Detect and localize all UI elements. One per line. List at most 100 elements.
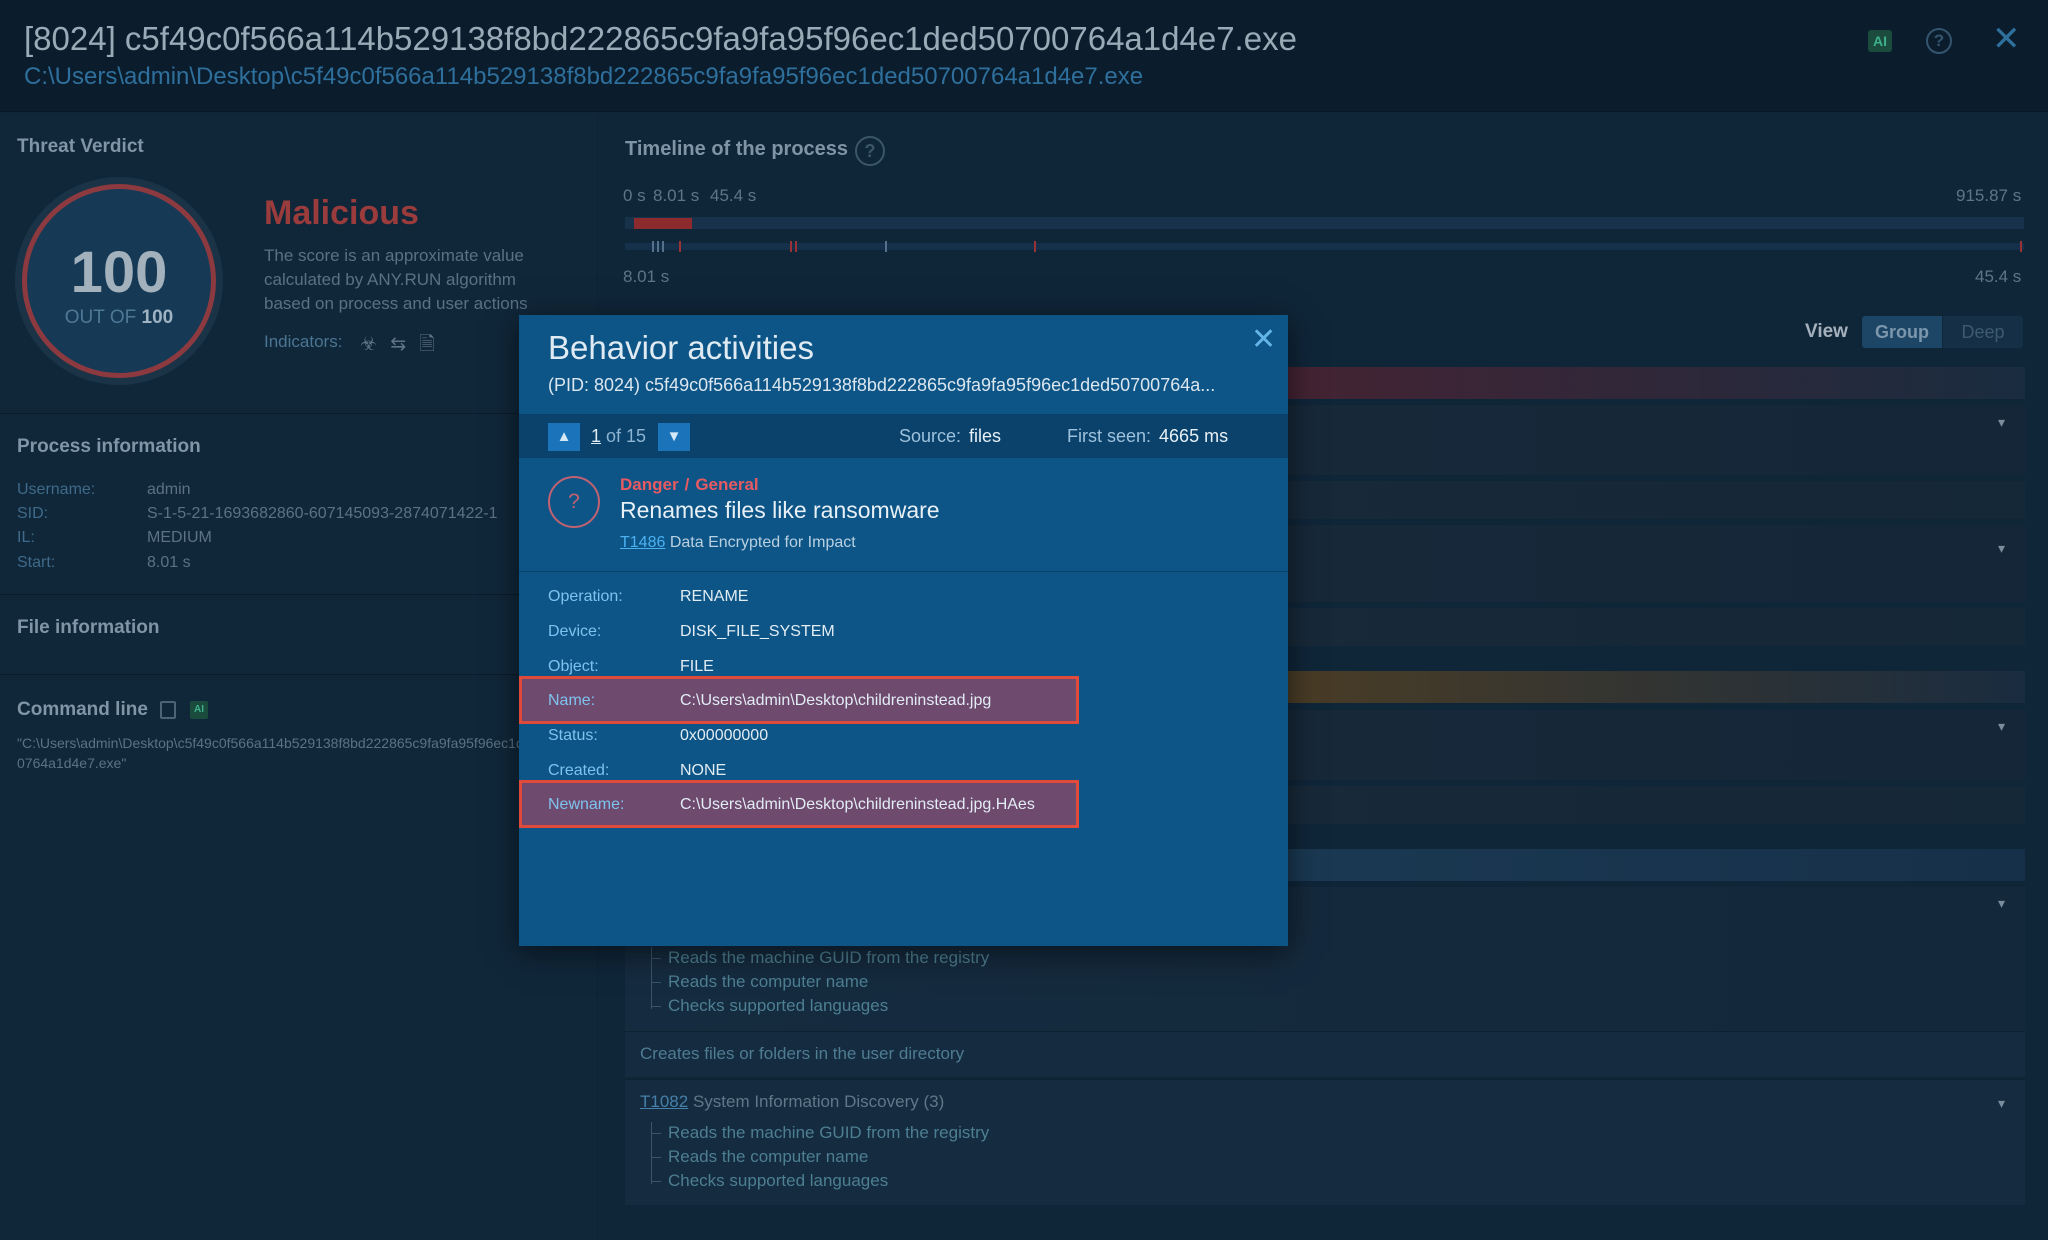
tree-branch <box>651 982 661 983</box>
file-info-title[interactable]: File information <box>17 617 160 639</box>
copy-icon[interactable] <box>160 701 176 719</box>
view-label: View <box>1805 321 1848 342</box>
threat-verdict-title: Threat Verdict <box>17 136 144 157</box>
score-out-of: OUT OF 100 <box>64 307 174 328</box>
close-icon[interactable]: ✕ <box>1992 22 2021 56</box>
timeline-tick <box>795 241 797 252</box>
list-item[interactable]: Reads the computer name <box>668 972 868 992</box>
first-seen-info: First seen: 4665 ms <box>1067 426 1229 446</box>
field-value: NONE <box>680 762 727 779</box>
tree-branch <box>651 1006 661 1007</box>
score-gauge: 100 OUT OF 100 <box>22 184 216 378</box>
behavior-activities-modal: ✕ Behavior activities (PID: 8024) c5f49c… <box>519 315 1288 946</box>
username-key: Username: <box>17 481 96 498</box>
modal-subtitle: (PID: 8024) c5f49c0f566a114b529138f8bd22… <box>548 375 1216 395</box>
chevron-down-icon[interactable]: ▾ <box>1998 1095 2005 1112</box>
previous-button[interactable]: ▲ <box>548 423 580 451</box>
process-info-title: Process information <box>17 436 201 457</box>
timeline-tick <box>662 241 664 252</box>
field-key: Status: <box>548 727 598 744</box>
tree-line <box>651 947 652 1009</box>
view-deep-button[interactable]: Deep <box>1943 316 2023 348</box>
modal-title: Behavior activities <box>548 329 814 366</box>
timeline-end-label: 915.87 s <box>1956 186 2022 205</box>
il-key: IL: <box>17 529 35 546</box>
il-value: MEDIUM <box>147 529 212 546</box>
list-item[interactable]: Checks supported languages <box>668 1171 888 1191</box>
tree-branch <box>651 958 661 959</box>
technique-row-t1082[interactable]: T1082 System Information Discovery (3) <box>640 1092 944 1112</box>
timeline-tick <box>1034 241 1036 252</box>
tree-line <box>651 1122 652 1184</box>
field-key: Operation: <box>548 588 623 605</box>
field-key: Created: <box>548 762 610 779</box>
tree-branch <box>651 1133 661 1134</box>
sid-key: SID: <box>17 505 49 522</box>
page-indicator: 1 of 15 <box>591 426 647 446</box>
list-item[interactable]: Reads the computer name <box>668 1147 868 1167</box>
timeline-label: 8.01 s <box>653 186 700 205</box>
header-bar: [8024] c5f49c0f566a114b529138f8bd222865c… <box>0 0 2048 112</box>
detection-category: Danger / General <box>620 475 759 494</box>
timeline-tick <box>679 241 681 252</box>
tree-branch <box>651 1181 661 1182</box>
timeline-events-track[interactable] <box>625 243 2024 250</box>
timeline-tick <box>652 241 654 252</box>
process-path-link[interactable]: C:\Users\admin\Desktop\c5f49c0f566a114b5… <box>24 63 1143 91</box>
list-item[interactable]: Checks supported languages <box>668 996 888 1016</box>
technique-link[interactable]: T1486 <box>620 534 665 551</box>
detection-name: Renames files like ransomware <box>620 497 940 523</box>
question-icon: ? <box>548 476 600 528</box>
process-title: [8024] c5f49c0f566a114b529138f8bd222865c… <box>24 20 1297 57</box>
close-icon[interactable]: ✕ <box>1251 325 1276 355</box>
indicators-label: Indicators: <box>264 332 343 351</box>
source-info: Source: files <box>899 426 1002 446</box>
tree-branch <box>651 1157 661 1158</box>
ai-badge-button[interactable]: AI <box>190 701 208 719</box>
timeline-tick <box>2020 241 2022 252</box>
list-item[interactable]: Reads the machine GUID from the registry <box>668 1123 989 1143</box>
help-icon[interactable]: ? <box>1926 28 1952 54</box>
help-icon[interactable]: ? <box>855 136 885 166</box>
timeline-track[interactable] <box>625 217 2024 229</box>
divider <box>0 413 596 414</box>
indicator-icons[interactable]: ☣ ⇆ 🗎 <box>360 330 439 362</box>
timeline-label: 45.4 s <box>710 186 757 205</box>
timeline-title: Timeline of the process <box>625 138 849 160</box>
field-value: DISK_FILE_SYSTEM <box>680 623 835 640</box>
highlight-box <box>519 676 1079 724</box>
command-line-title: Command line <box>17 699 148 720</box>
chevron-down-icon[interactable]: ▾ <box>1998 718 2005 735</box>
next-button[interactable]: ▼ <box>658 423 690 451</box>
username-value: admin <box>147 481 191 498</box>
list-item[interactable]: Reads the machine GUID from the registry <box>668 948 989 968</box>
field-value: 0x00000000 <box>680 727 769 744</box>
technique-link[interactable]: T1082 <box>640 1092 688 1111</box>
start-value: 8.01 s <box>147 554 191 571</box>
timeline-tick <box>657 241 659 252</box>
field-key: Object: <box>548 658 599 675</box>
timeline-tick <box>885 241 887 252</box>
start-key: Start: <box>17 554 56 571</box>
detection-technique: T1486 Data Encrypted for Impact <box>620 534 856 551</box>
divider <box>0 674 596 675</box>
field-value: FILE <box>680 658 714 675</box>
field-value: RENAME <box>680 588 749 605</box>
sid-value: S-1-5-21-1693682860-607145093-2874071422… <box>147 505 498 522</box>
command-line-value: "C:\Users\admin\Desktop\c5f49c0f566a114b… <box>17 735 571 771</box>
chevron-down-icon[interactable]: ▾ <box>1998 414 2005 431</box>
verdict-description: The score is an approximate value calcul… <box>264 246 528 313</box>
timeline-process-range <box>634 218 692 229</box>
timeline-range-start: 8.01 s <box>623 267 670 286</box>
timeline-label: 0 s <box>623 186 646 205</box>
divider <box>0 594 596 595</box>
chevron-down-icon[interactable]: ▾ <box>1998 540 2005 557</box>
ai-badge-button[interactable]: AI <box>1868 30 1892 52</box>
view-group-button[interactable]: Group <box>1862 316 1942 348</box>
highlight-box <box>519 780 1079 828</box>
creates-files-row[interactable]: Creates files or folders in the user dir… <box>640 1044 964 1064</box>
timeline-range-end: 45.4 s <box>1975 267 2022 286</box>
chevron-down-icon[interactable]: ▾ <box>1998 895 2005 912</box>
score-value: 100 <box>70 240 168 305</box>
verdict-label: Malicious <box>264 194 419 232</box>
